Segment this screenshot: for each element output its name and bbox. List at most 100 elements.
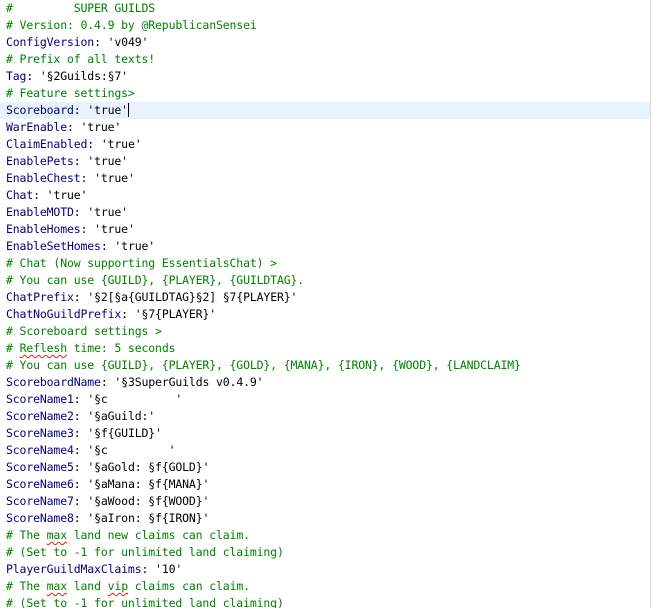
comment-line[interactable]: # Scoreboard settings > <box>0 323 650 340</box>
config-line[interactable]: Tag: '§2Guilds:§7' <box>0 68 650 85</box>
key-value-separator: : <box>73 103 88 117</box>
config-line[interactable]: ScoreName2: '§aGuild:' <box>0 408 650 425</box>
config-key: ScoreName2 <box>6 409 74 423</box>
comment-text: # (Set to -1 for unlimited land claiming… <box>6 596 284 608</box>
comment-line[interactable]: # You can use {GUILD}, {PLAYER}, {GUILDT… <box>0 272 650 289</box>
key-value-separator: : <box>73 426 88 440</box>
config-key: PlayerGuildMaxClaims <box>6 562 142 576</box>
comment-text: # SUPER GUILDS <box>6 1 156 15</box>
comment-line[interactable]: # SUPER GUILDS <box>0 0 650 17</box>
key-value-separator: : <box>73 511 88 525</box>
key-value-separator: : <box>87 137 101 151</box>
config-key: ScoreName7 <box>6 494 74 508</box>
config-key: EnableSetHomes <box>6 239 101 253</box>
config-value: 'true' <box>87 205 128 219</box>
config-value: 'true' <box>87 154 128 168</box>
key-value-separator: : <box>100 375 115 389</box>
config-value: '§aWood: §f{WOOD}' <box>87 494 210 508</box>
config-key: Chat <box>6 188 34 202</box>
spellcheck-marked-word: Reflesh <box>19 341 68 355</box>
config-key: ScoreName1 <box>6 392 74 406</box>
key-value-separator: : <box>66 120 81 134</box>
config-value: 'true' <box>80 120 122 134</box>
comment-text: # You can use {GUILD}, {PLAYER}, {GUILDT… <box>6 273 305 287</box>
config-value: 'true' <box>114 239 156 253</box>
config-key: EnableHomes <box>6 222 81 236</box>
config-value: 'true' <box>94 222 135 236</box>
config-value: '§c ' <box>87 392 183 406</box>
config-value: '§aGuild:' <box>87 409 156 423</box>
config-line[interactable]: ScoreName7: '§aWood: §f{WOOD}' <box>0 493 650 510</box>
comment-line[interactable]: # The max land new claims can claim. <box>0 527 650 544</box>
key-value-separator: : <box>100 239 115 253</box>
config-value: '§aGold: §f{GOLD}' <box>87 460 210 474</box>
comment-line[interactable]: # (Set to -1 for unlimited land claiming… <box>0 595 650 608</box>
comment-text: # Reflesh time: 5 seconds <box>6 341 176 355</box>
config-key: ClaimEnabled <box>6 137 88 151</box>
key-value-separator: : <box>73 443 88 457</box>
config-key: ScoreName3 <box>6 426 74 440</box>
config-line[interactable]: ConfigVersion: 'v049' <box>0 34 650 51</box>
text-editor[interactable]: # SUPER GUILDS # Version: 0.4.9 by @Repub… <box>0 0 651 608</box>
comment-line[interactable]: # Prefix of all texts! <box>0 51 650 68</box>
key-value-separator: : <box>73 392 88 406</box>
config-value: 'v049' <box>107 35 149 49</box>
config-key: Scoreboard <box>6 103 74 117</box>
key-value-separator: : <box>121 307 135 321</box>
key-value-separator: : <box>73 205 88 219</box>
text-cursor <box>127 103 129 117</box>
key-value-separator: : <box>80 222 95 236</box>
config-value: '§f{GUILD}' <box>87 426 162 440</box>
config-line[interactable]: ScoreName4: '§c ' <box>0 442 650 459</box>
key-value-separator: : <box>141 562 156 576</box>
config-key: WarEnable <box>6 120 67 134</box>
comment-line[interactable]: # Reflesh time: 5 seconds <box>0 340 650 357</box>
key-value-separator: : <box>73 494 88 508</box>
config-line[interactable]: ClaimEnabled: 'true' <box>0 136 650 153</box>
config-value: '§aIron: §f{IRON}' <box>87 511 210 525</box>
comment-text: # Scoreboard settings > <box>6 324 162 338</box>
config-key: EnablePets <box>6 154 74 168</box>
config-line[interactable]: ScoreboardName: '§3SuperGuilds v0.4.9' <box>0 374 650 391</box>
config-value: 'true' <box>87 103 128 117</box>
config-line[interactable]: ScoreName6: '§aMana: §f{MANA}' <box>0 476 650 493</box>
comment-line[interactable]: # Feature settings> <box>0 85 650 102</box>
comment-line[interactable]: # Version: 0.4.9 by @RepublicanSensei <box>0 17 650 34</box>
config-line[interactable]: PlayerGuildMaxClaims: '10' <box>0 561 650 578</box>
key-value-separator: : <box>94 35 108 49</box>
config-line[interactable]: ChatNoGuildPrefix: '§7{PLAYER}' <box>0 306 650 323</box>
config-line[interactable]: ScoreName5: '§aGold: §f{GOLD}' <box>0 459 650 476</box>
config-line[interactable]: EnableHomes: 'true' <box>0 221 650 238</box>
comment-line[interactable]: # You can use {GUILD}, {PLAYER}, {GOLD},… <box>0 357 650 374</box>
spellcheck-marked-word: vip <box>107 579 128 593</box>
key-value-separator: : <box>73 290 88 304</box>
config-line[interactable]: WarEnable: 'true' <box>0 119 650 136</box>
config-line[interactable]: ScoreName8: '§aIron: §f{IRON}' <box>0 510 650 527</box>
config-line[interactable]: EnablePets: 'true' <box>0 153 650 170</box>
config-value: '§c ' <box>87 443 176 457</box>
config-value: '§aMana: §f{MANA}' <box>87 477 210 491</box>
key-value-separator: : <box>73 477 88 491</box>
comment-line[interactable]: # The max land vip claims can claim. <box>0 578 650 595</box>
config-line[interactable]: Scoreboard: 'true' <box>0 102 650 119</box>
comment-text: # Prefix of all texts! <box>6 52 156 66</box>
comment-line[interactable]: # (Set to -1 for unlimited land claiming… <box>0 544 650 561</box>
config-line[interactable]: EnableChest: 'true' <box>0 170 650 187</box>
comment-line[interactable]: # Chat (Now supporting EssentialsChat) > <box>0 255 650 272</box>
config-value: '10' <box>155 562 183 576</box>
config-line[interactable]: EnableMOTD: 'true' <box>0 204 650 221</box>
config-line[interactable]: ChatPrefix: '§2[§a{GUILDTAG}§2] §7{PLAYE… <box>0 289 650 306</box>
config-key: EnableChest <box>6 171 81 185</box>
config-line[interactable]: ScoreName3: '§f{GUILD}' <box>0 425 650 442</box>
config-line[interactable]: Chat: 'true' <box>0 187 650 204</box>
config-value: 'true' <box>94 171 135 185</box>
comment-text: # Version: 0.4.9 by @RepublicanSensei <box>6 18 257 32</box>
key-value-separator: : <box>26 69 40 83</box>
config-key: ConfigVersion <box>6 35 95 49</box>
comment-text: # The max land new claims can claim. <box>6 528 250 542</box>
config-value: 'true' <box>100 137 142 151</box>
config-key: ScoreName5 <box>6 460 74 474</box>
config-line[interactable]: ScoreName1: '§c ' <box>0 391 650 408</box>
config-key: ScoreName6 <box>6 477 74 491</box>
config-line[interactable]: EnableSetHomes: 'true' <box>0 238 650 255</box>
